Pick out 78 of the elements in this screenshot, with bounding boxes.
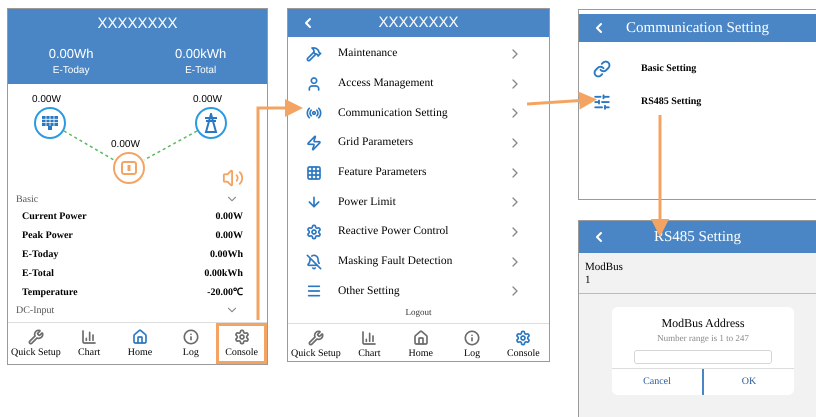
row-value: 0.00W [216, 229, 243, 243]
modbus-row[interactable]: ModBus 1 [579, 253, 816, 294]
bell-off-icon [306, 254, 322, 270]
power-tower-icon [203, 113, 219, 133]
power-value: 0.00W [111, 140, 140, 150]
menu-item[interactable]: Feature Parameters [288, 158, 549, 188]
wrench-icon [28, 329, 44, 345]
home-icon [412, 330, 429, 346]
menu-icon [306, 283, 322, 300]
menu-item[interactable]: Access Management [288, 68, 549, 98]
menu-item[interactable]: Other Setting [288, 276, 549, 306]
row-value: -20.00℃ [207, 286, 243, 300]
nav-tab[interactable]: Home [114, 323, 166, 364]
screen-title: Communication Setting [626, 18, 769, 38]
address-input[interactable] [634, 350, 772, 364]
arrow-down-icon [306, 194, 322, 210]
flow-arrow [526, 92, 597, 110]
settings-item[interactable]: RS485 Setting [579, 85, 816, 118]
screen-title: XXXXXXXX [97, 14, 178, 34]
row-label: Temperature [22, 286, 78, 300]
info-icon [182, 329, 199, 345]
info-icon [464, 330, 480, 346]
screen-title: XXXXXXXX [378, 12, 459, 33]
row-label: Current Power [22, 210, 87, 224]
grid-icon [306, 164, 322, 181]
solar-panel-icon [41, 115, 59, 131]
sliders-icon [593, 92, 611, 110]
power-value: 0.00W [32, 95, 61, 105]
menu-item[interactable]: Reactive Power Control [288, 217, 549, 247]
bar-chart-icon [361, 330, 378, 346]
dialog-button[interactable]: OK [702, 368, 794, 395]
dialog-button[interactable]: Cancel [612, 368, 702, 395]
menu-item[interactable]: Maintenance [288, 39, 549, 69]
menu-item[interactable]: Communication Setting [288, 98, 549, 128]
settings-icon [234, 329, 250, 345]
wrench-icon [308, 330, 324, 346]
row-label: E-Total [22, 267, 54, 281]
nav-tab[interactable]: Home [395, 324, 446, 365]
bar-chart-icon [81, 329, 98, 345]
power-value: 0.00W [193, 95, 222, 105]
menu-item[interactable]: Grid Parameters [288, 128, 549, 158]
energy-value: 0.00Wh [48, 44, 94, 62]
settings-item[interactable]: Basic Setting [579, 52, 816, 85]
menu-item[interactable]: Power Limit [288, 187, 549, 218]
gear-icon [306, 224, 322, 240]
row-value: 0.00kWh [204, 267, 243, 281]
logout-link[interactable]: Logout [406, 306, 432, 320]
nav-tab[interactable]: Chart [344, 324, 396, 365]
settings-icon [515, 330, 532, 346]
row-label: E-Today [22, 248, 58, 262]
nav-tab[interactable]: Chart [64, 323, 115, 364]
inverter-icon [121, 161, 137, 175]
screen-title: RS485 Setting [654, 228, 742, 247]
nav-tab[interactable]: Log [165, 323, 216, 364]
nav-tab[interactable]: Quick Setup [288, 324, 344, 365]
link-icon [593, 60, 611, 78]
energy-value: 0.00kWh [174, 44, 226, 62]
dialog-hint: Number range is 1 to 247 [657, 332, 749, 345]
lightning-icon [306, 134, 322, 151]
home-icon [132, 329, 148, 345]
row-value: 0.00Wh [210, 248, 243, 262]
row-label: Peak Power [22, 229, 73, 243]
row-value: 0.00W [216, 210, 243, 224]
nav-tab[interactable]: Console [498, 324, 550, 365]
menu-item[interactable]: Masking Fault Detection [288, 246, 549, 276]
hammer-icon [306, 46, 322, 62]
section-title: Basic [16, 192, 38, 206]
dialog-title: ModBus Address [661, 315, 744, 332]
energy-label: E-Total [185, 64, 216, 78]
signal-icon [306, 105, 322, 122]
nav-tab[interactable]: Log [446, 324, 498, 365]
nav-tab[interactable]: Console [216, 323, 268, 364]
speaker-icon[interactable] [222, 167, 244, 189]
nav-tab[interactable]: Quick Setup [8, 323, 64, 364]
section-title: DC-Input [16, 304, 54, 318]
connection-line [144, 130, 198, 161]
energy-label: E-Today [52, 64, 90, 78]
user-icon [306, 76, 322, 92]
